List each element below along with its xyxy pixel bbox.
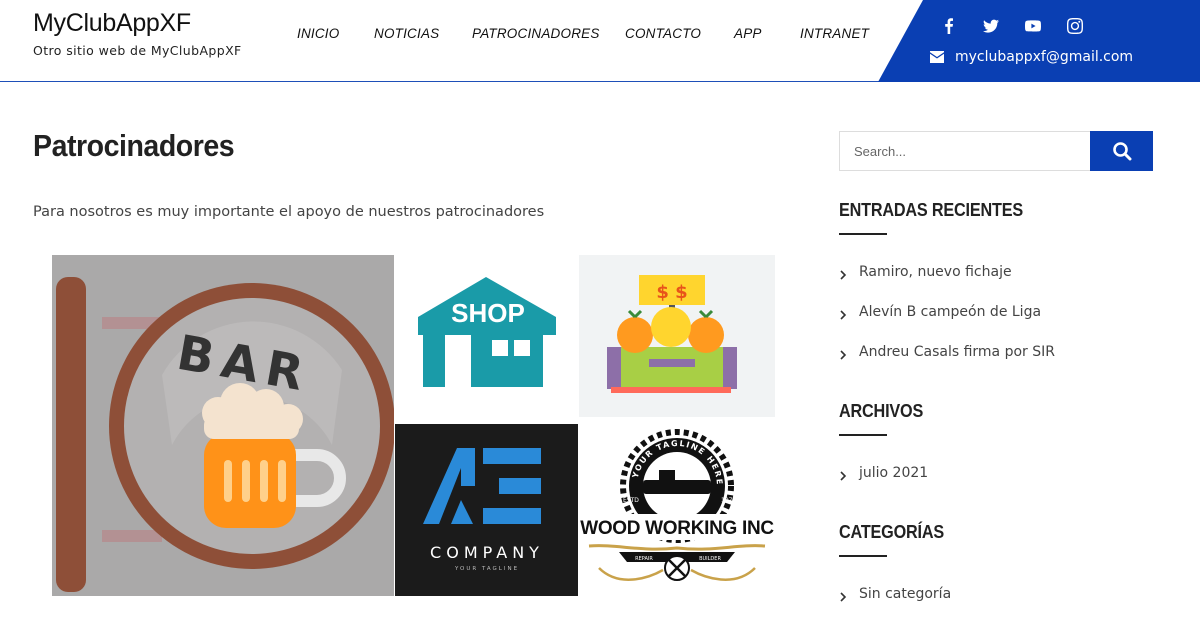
sponsor-logo-shop[interactable]: SHOP [395,255,578,423]
header-email[interactable]: myclubappxf@gmail.com [930,47,1133,67]
chevron-right-icon [839,589,847,602]
recent-post-link[interactable]: Alevín B campeón de Liga [839,302,1041,322]
archive-link[interactable]: julio 2021 [839,463,928,483]
woodworking-logo-text: WOOD WORKING INC [580,518,774,539]
nav-item-app[interactable]: APP [734,26,762,41]
widget-divider [839,233,887,235]
recent-post-title[interactable]: Ramiro, nuevo fichaje [859,264,1012,280]
site-title[interactable]: MyClubAppXF [33,9,191,38]
widget-title-categories: CATEGORÍAS [839,522,945,542]
page-title: Patrocinadores [33,128,235,163]
recent-post-title[interactable]: Alevín B campeón de Liga [859,304,1041,320]
company-logo-text: COMPANY [430,543,544,562]
category-link[interactable]: Sin categoría [839,584,951,604]
twitter-icon[interactable] [981,16,1001,36]
recent-post-link[interactable]: Andreu Casals firma por SIR [839,342,1055,362]
sponsor-logo-company[interactable]: COMPANY YOUR TAGLINE [395,424,578,596]
site-header: MyClubAppXF Otro sitio web de MyClubAppX… [0,0,1200,82]
nav-item-inicio[interactable]: INICIO [297,26,339,41]
facebook-icon[interactable] [939,16,959,36]
shop-logo-text: SHOP [451,298,525,328]
email-address[interactable]: myclubappxf@gmail.com [955,49,1133,65]
widget-divider [839,434,887,436]
search-input[interactable] [839,131,1091,171]
sponsor-logo-market[interactable]: $ $ [579,255,775,417]
woodworking-ribbon-left: REPAIR [635,556,653,562]
nav-item-noticias[interactable]: NOTICIAS [374,26,439,41]
category-label[interactable]: Sin categoría [859,586,951,602]
company-logo-subtext: YOUR TAGLINE [454,566,519,572]
widget-title-recent: ENTRADAS RECIENTES [839,200,1023,220]
chevron-right-icon [839,267,847,280]
nav-item-contacto[interactable]: CONTACTO [625,26,701,41]
archive-label[interactable]: julio 2021 [859,465,928,481]
sponsor-logo-woodworking[interactable]: YOUR TAGLINE HERE ESTD 1970 WOOD WORKING… [579,418,775,596]
chevron-right-icon [839,307,847,320]
woodworking-ribbon-right: BUILDER [699,556,721,562]
header-contact-panel [878,0,1200,82]
youtube-icon[interactable] [1023,16,1043,36]
site-tagline: Otro sitio web de MyClubAppXF [33,43,242,58]
intro-text: Para nosotros es muy importante el apoyo… [33,204,545,220]
recent-post-link[interactable]: Ramiro, nuevo fichaje [839,262,1012,282]
recent-post-title[interactable]: Andreu Casals firma por SIR [859,344,1055,360]
woodworking-badge-left: ESTD [623,497,639,504]
instagram-icon[interactable] [1065,16,1085,36]
widget-divider [839,555,887,557]
sponsor-logo-bar[interactable]: BAR [52,255,394,596]
woodworking-badge-right: 1970 [721,497,736,504]
widget-title-archives: ARCHIVOS [839,401,924,421]
search-button[interactable] [1090,131,1153,171]
nav-item-patrocinadores[interactable]: PATROCINADORES [472,26,600,41]
search-icon [1112,142,1131,161]
chevron-right-icon [839,468,847,481]
market-logo-text: $ $ [656,282,687,303]
chevron-right-icon [839,347,847,360]
envelope-icon [930,51,944,63]
nav-item-intranet[interactable]: INTRANET [800,26,869,41]
